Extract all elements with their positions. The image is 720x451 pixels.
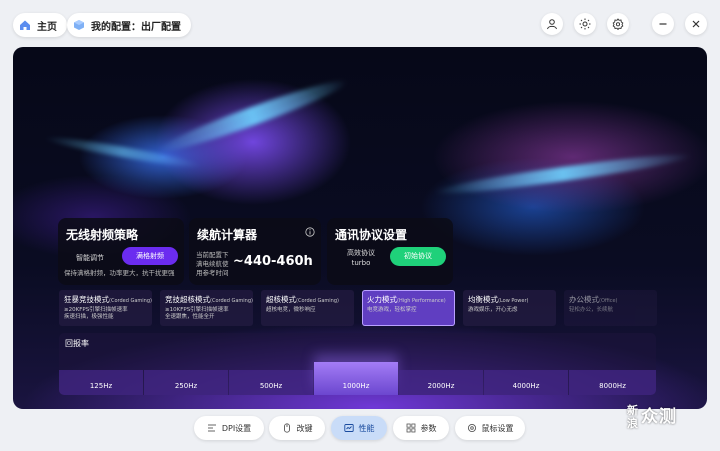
mode-title: 均衡模式 (468, 295, 498, 304)
mode-card-balanced[interactable]: 均衡模式(Low Power) 游戏娱乐，开心无虑 (463, 290, 556, 326)
nav-label: DPI设置 (221, 423, 252, 433)
efficient-protocol-option[interactable]: 高效协议 turbo (347, 248, 375, 268)
battery-desc-line: 用参考时间 (196, 269, 229, 277)
user-button[interactable] (541, 13, 563, 35)
mouse-icon (283, 423, 290, 433)
aurora-streak (433, 148, 693, 200)
aurora-streak (155, 73, 351, 159)
mode-en: (Corded Gaming) (296, 298, 339, 304)
mode-list: 狂暴竞技模式(Corded Gaming) ≥20KFPS引擎扫描帧速率 疾速扫描… (59, 290, 659, 330)
watermark: 新 浪 众测 (627, 404, 677, 430)
nav-dpi-settings[interactable]: DPI设置 (194, 416, 264, 440)
mode-desc: 疾速扫描，极强性能 (64, 314, 114, 320)
performance-panel: 无线射频策略 智能调节 满格射频 保持满格射频，功率更大，抗干扰更强 续航计算器… (13, 47, 707, 409)
protocol-title: 通讯协议设置 (335, 228, 408, 242)
settings-icon (467, 423, 476, 433)
mode-en: (Corded Gaming) (109, 298, 152, 304)
rf-description: 保持满格射频，功率更大，抗干扰更强 (64, 269, 175, 277)
mode-title: 竞技超核模式 (165, 295, 210, 304)
watermark-char: 浪 (627, 417, 639, 430)
performance-icon (343, 424, 354, 432)
mode-desc: 游戏娱乐，开心无虑 (468, 307, 518, 313)
mode-desc: ≥10KFPS引擎扫描帧速率 (165, 307, 229, 313)
mode-desc: 超核电竞，微秒响应 (266, 307, 316, 313)
battery-desc-line: 满电续航使 (196, 260, 229, 268)
info-icon[interactable] (305, 227, 315, 237)
protocol-card: 通讯协议设置 高效协议 turbo 初始协议 (327, 218, 453, 285)
nav-parameters[interactable]: 参数 (393, 416, 449, 440)
nav-mouse-settings[interactable]: 鼠标设置 (455, 416, 525, 440)
mode-title: 超核模式 (266, 295, 296, 304)
minimize-icon (659, 23, 667, 25)
mode-title: 火力模式 (367, 295, 397, 304)
nav-label: 性能 (358, 423, 375, 433)
mode-title: 办公模式 (569, 295, 599, 304)
rate-option-8000[interactable]: 8000Hz (569, 370, 656, 395)
home-button[interactable]: 主页 (13, 13, 67, 37)
settings-button[interactable] (607, 13, 629, 35)
rate-option-1000[interactable]: 1000Hz (314, 362, 398, 395)
polling-rate-panel: 回报率 125Hz 250Hz 500Hz 1000Hz 2000Hz 4000… (59, 333, 656, 395)
mode-card-office[interactable]: 办公模式(Office) 轻松办公，长续航 (564, 290, 657, 326)
watermark-char: 新 (627, 404, 639, 417)
battery-calculator-card: 续航计算器 当前配置下 满电续航使 用参考时间 ~440-460h (189, 218, 321, 285)
efficient-label: 高效协议 (347, 249, 375, 257)
mode-card-core[interactable]: 超核模式(Corded Gaming) 超核电竞，微秒响应 (261, 290, 354, 326)
user-icon (547, 19, 557, 30)
brightness-button[interactable] (574, 13, 596, 35)
rate-option-4000[interactable]: 4000Hz (484, 370, 568, 395)
mode-card-competitive-core[interactable]: 竞技超核模式(Corded Gaming) ≥10KFPS引擎扫描帧速率 全速跟焦… (160, 290, 253, 326)
home-icon (20, 20, 30, 30)
initial-protocol-button[interactable]: 初始协议 (390, 247, 446, 266)
grid-icon (406, 423, 415, 433)
home-label: 主页 (37, 21, 57, 33)
nav-remap[interactable]: 改键 (269, 416, 325, 440)
polling-rate-label: 回报率 (65, 339, 89, 348)
battery-value: ~440-460h (233, 254, 313, 269)
nav-label: 鼠标设置 (481, 423, 514, 433)
config-label: 我的配置：出厂配置 (91, 21, 181, 33)
rate-option-500[interactable]: 500Hz (229, 370, 313, 395)
rate-option-250[interactable]: 250Hz (144, 370, 228, 395)
mode-en: (Office) (599, 298, 618, 304)
mode-card-berserk[interactable]: 狂暴竞技模式(Corded Gaming) ≥20KFPS引擎扫描帧速率 疾速扫描… (59, 290, 152, 326)
mode-desc: 轻松办公，长续航 (569, 307, 614, 313)
bottom-nav: DPI设置 改键 性能 参数 鼠标设置 (0, 416, 720, 444)
close-icon (692, 20, 700, 28)
dpi-icon (207, 424, 216, 432)
mode-card-high-performance[interactable]: 火力模式(High Performance) 电竞游戏，轻松掌控 (362, 290, 455, 326)
rate-option-125[interactable]: 125Hz (59, 370, 143, 395)
mode-title: 狂暴竞技模式 (64, 295, 109, 304)
nav-label: 改键 (296, 423, 313, 433)
mode-en: (High Performance) (397, 298, 446, 304)
gear-icon (612, 18, 624, 30)
minimize-button[interactable] (652, 13, 674, 35)
cube-icon (74, 20, 84, 30)
mode-desc: 电竞游戏，轻松掌控 (367, 307, 417, 313)
battery-desc: 当前配置下 满电续航使 用参考时间 (196, 251, 229, 278)
rate-option-2000[interactable]: 2000Hz (399, 370, 483, 395)
nav-performance[interactable]: 性能 (331, 416, 387, 440)
rf-title: 无线射频策略 (66, 228, 139, 242)
mode-en: (Low Power) (498, 298, 529, 304)
smart-adjust-option[interactable]: 智能调节 (76, 253, 104, 263)
close-button[interactable] (685, 13, 707, 35)
turbo-label: turbo (351, 259, 371, 267)
config-button[interactable]: 我的配置：出厂配置 (67, 13, 191, 37)
mode-desc: 全速跟焦，性能全开 (165, 314, 215, 320)
battery-desc-line: 当前配置下 (196, 251, 229, 259)
sun-icon (579, 18, 591, 30)
mode-en: (Corded Gaming) (210, 298, 253, 304)
rf-strategy-card: 无线射频策略 智能调节 满格射频 保持满格射频，功率更大，抗干扰更强 (58, 218, 184, 285)
full-rf-button[interactable]: 满格射频 (122, 247, 178, 265)
mode-desc: ≥20KFPS引擎扫描帧速率 (64, 307, 128, 313)
battery-title: 续航计算器 (197, 228, 258, 242)
nav-label: 参数 (420, 423, 437, 433)
top-bar: 主页 我的配置：出厂配置 (0, 0, 720, 48)
watermark-text: 众测 (641, 407, 677, 427)
